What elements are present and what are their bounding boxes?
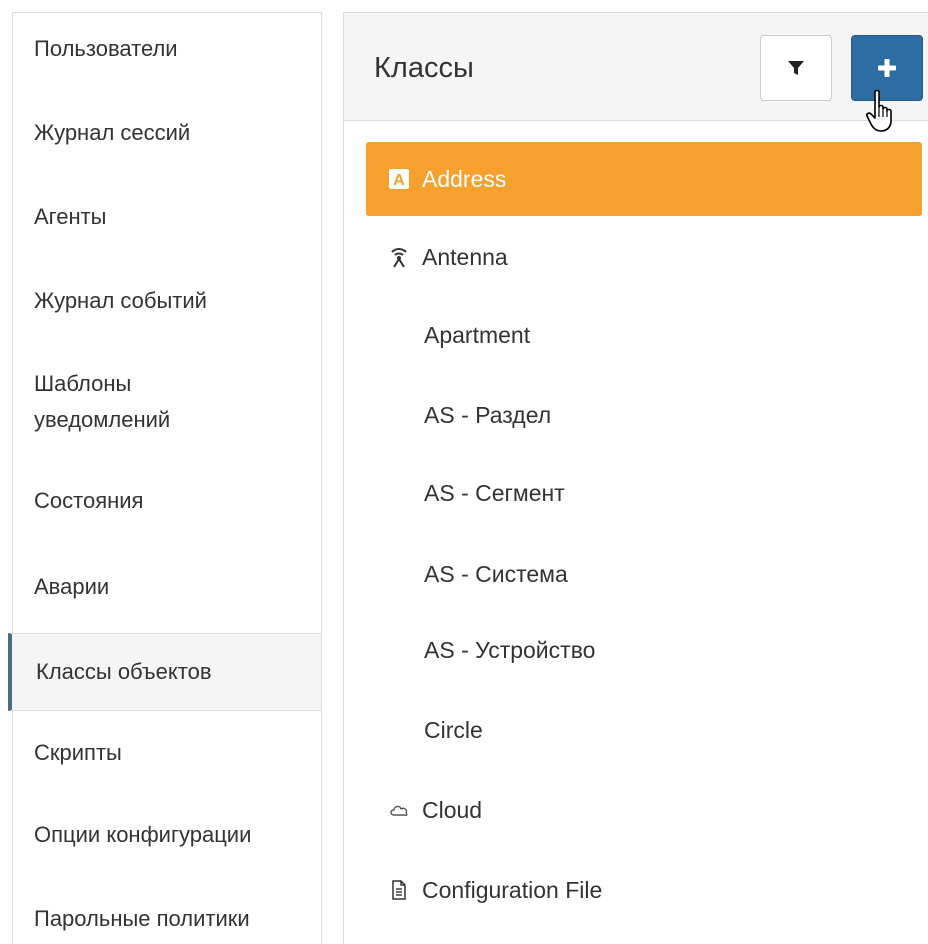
file-text-icon: [388, 879, 410, 901]
sidebar-item-label: Классы объектов: [36, 659, 212, 684]
class-item-label: AS - Устройство: [424, 637, 596, 663]
sidebar-group-top: [12, 12, 322, 634]
class-item-label: Cloud: [422, 797, 483, 823]
svg-text:A: A: [393, 172, 405, 189]
cloud-icon: [388, 799, 410, 821]
hand-pointer-icon: [866, 89, 892, 132]
sidebar-item-session-log[interactable]: Журнал сессий: [12, 118, 322, 148]
class-item-label: Circle: [424, 717, 483, 743]
sidebar-item-config-options[interactable]: Опции конфигурации: [12, 820, 322, 850]
classes-panel: Классы A Address Antenna Apartment AS - …: [343, 12, 928, 944]
class-item-label: Configuration File: [422, 877, 603, 903]
class-item-apartment[interactable]: Apartment: [366, 298, 922, 372]
class-item-label: Antenna: [422, 244, 508, 270]
class-item-label: Apartment: [424, 322, 531, 348]
sidebar-item-object-classes[interactable]: Классы объектов: [8, 633, 322, 711]
class-item-label: AS - Система: [424, 561, 568, 587]
sidebar-nav: Пользователи Журнал сессий Агенты Журнал…: [0, 0, 340, 944]
app-root: Пользователи Журнал сессий Агенты Журнал…: [0, 0, 928, 944]
sidebar-item-users[interactable]: Пользователи: [12, 34, 322, 64]
filter-button[interactable]: [760, 35, 832, 101]
panel-title: Классы: [374, 52, 474, 84]
class-item-as-section[interactable]: AS - Раздел: [366, 378, 922, 452]
class-item-as-segment[interactable]: AS - Сегмент: [366, 456, 922, 530]
antenna-icon: [388, 246, 410, 268]
class-item-antenna[interactable]: Antenna: [366, 220, 922, 294]
sidebar-item-password-policies[interactable]: Парольные политики: [12, 904, 322, 934]
filter-icon: [788, 61, 804, 75]
class-item-configuration-file[interactable]: Configuration File: [366, 853, 922, 927]
plus-icon: [878, 59, 896, 77]
sidebar-item-agents[interactable]: Агенты: [12, 202, 322, 232]
class-item-as-device[interactable]: AS - Устройство: [366, 613, 922, 687]
class-item-label: AS - Сегмент: [424, 480, 565, 506]
sidebar-item-alarms[interactable]: Аварии: [12, 572, 322, 602]
panel-header: Классы: [344, 13, 928, 132]
sidebar-item-scripts[interactable]: Скрипты: [12, 738, 322, 768]
class-item-cloud[interactable]: Cloud: [366, 773, 922, 847]
class-item-label: Address: [422, 166, 507, 192]
class-item-as-system[interactable]: AS - Система: [366, 537, 922, 611]
class-item-circle[interactable]: Circle: [366, 693, 922, 767]
class-item-label: AS - Раздел: [424, 402, 552, 428]
sidebar-item-states[interactable]: Состояния: [12, 486, 322, 516]
sidebar-item-event-log[interactable]: Журнал событий: [12, 286, 322, 316]
address-letter-icon: A: [388, 168, 410, 190]
class-item-address[interactable]: A Address: [366, 142, 922, 216]
sidebar-item-notification-templates[interactable]: Шаблоны уведомлений: [12, 366, 262, 438]
